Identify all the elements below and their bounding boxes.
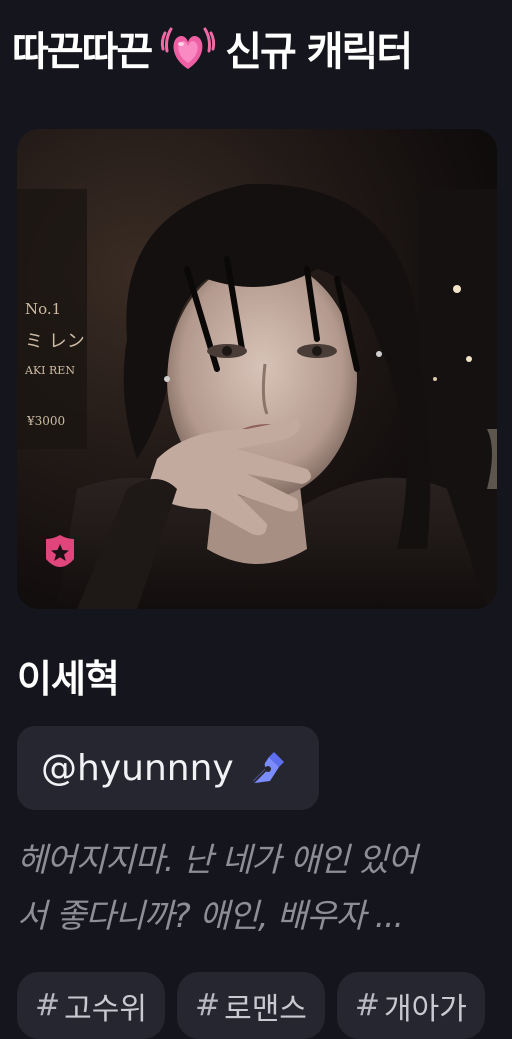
hash-symbol: # [194, 988, 221, 1023]
creator-handle: @hyunnny [41, 747, 234, 789]
character-portrait: No.1 ミ レン AKI REN ¥3000 [17, 129, 497, 609]
header-title-right: 신규 캐릭터 [225, 29, 413, 75]
image-text-line2: ミ レン [25, 331, 85, 352]
description-line-1: 헤어지지마. 난 네가 애인 있어 [17, 840, 418, 879]
tag-chip[interactable]: # 로맨스 [176, 972, 325, 1039]
hash-symbol: # [354, 988, 381, 1023]
creator-chip[interactable]: @hyunnny [17, 726, 319, 810]
description-line-2: 서 좋다니까? 애인, 배우자 ... [17, 896, 404, 935]
image-text-price: ¥3000 [26, 414, 65, 428]
star-shield-icon [46, 535, 74, 567]
image-text-line1: No.1 [25, 300, 61, 318]
tag-list: # 고수위 # 로맨스 # 개아가 [17, 972, 512, 1039]
character-name[interactable]: 이세혁 [17, 648, 120, 703]
tag-label: 개아가 [384, 991, 467, 1027]
page: 따끈따끈 신규 캐릭터 No.1 ミ レン AKI REN ¥3000 이세혁 … [0, 0, 512, 1039]
pen-nib-icon [252, 752, 284, 783]
header-title-left: 따끈따끈 [12, 29, 153, 75]
section-header: 따끈따끈 신규 캐릭터 [12, 18, 413, 78]
hash-symbol: # [35, 988, 61, 1023]
growing-heart-icon [161, 27, 216, 69]
image-text-line3: AKI REN [24, 364, 75, 377]
tag-chip[interactable]: # 개아가 [336, 972, 485, 1039]
tag-label: 고수위 [64, 991, 147, 1027]
character-description: 헤어지지마. 난 네가 애인 있어 서 좋다니까? 애인, 배우자 ... [17, 832, 512, 944]
character-image[interactable]: No.1 ミ レン AKI REN ¥3000 [17, 129, 497, 609]
tag-label: 로맨스 [224, 991, 307, 1027]
tag-chip[interactable]: # 고수위 [17, 972, 165, 1039]
